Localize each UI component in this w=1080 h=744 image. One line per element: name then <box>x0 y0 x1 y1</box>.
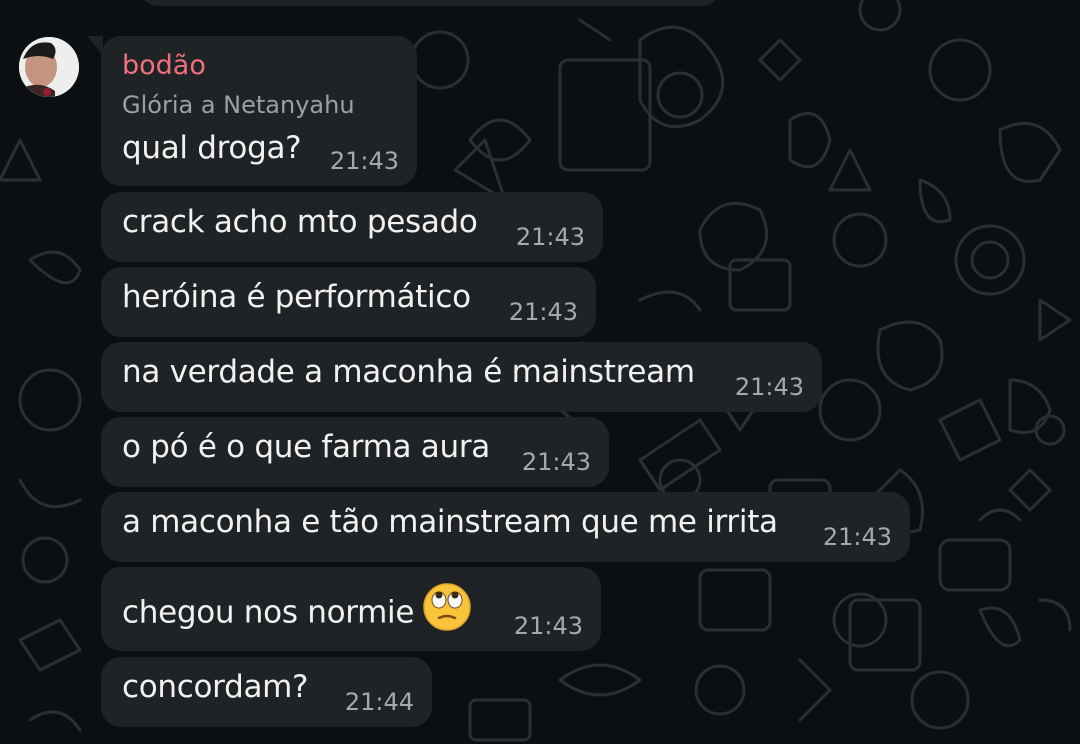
rolling-eyes-emoji-icon <box>422 582 472 640</box>
message-bubble[interactable]: concordam? 21:44 <box>101 657 432 727</box>
sender-name[interactable]: bodão <box>122 50 206 81</box>
message-time: 21:43 <box>515 223 585 251</box>
bubble-tail <box>87 36 103 56</box>
message-bubble[interactable]: crack acho mto pesado 21:43 <box>101 192 603 262</box>
message-bubble[interactable]: a maconha e tão mainstream que me irrita… <box>101 492 910 562</box>
message-time: 21:44 <box>344 688 414 716</box>
previous-message-bubble <box>140 0 720 6</box>
sender-avatar[interactable] <box>19 37 79 97</box>
message-text-row: chegou nos normie <box>122 582 472 643</box>
message-time: 21:43 <box>521 448 591 476</box>
message-bubble[interactable]: heróina é performático 21:43 <box>101 267 596 337</box>
message-bubble[interactable]: o pó é o que farma aura 21:43 <box>101 417 609 487</box>
message-time: 21:43 <box>822 523 892 551</box>
message-time: 21:43 <box>513 612 583 640</box>
message-text: o pó é o que farma aura <box>122 429 490 465</box>
message-time: 21:43 <box>329 147 399 175</box>
message-time: 21:43 <box>734 373 804 401</box>
message-time: 21:43 <box>508 298 578 326</box>
message-text: crack acho mto pesado <box>122 204 478 240</box>
sender-subtitle: Glória a Netanyahu <box>122 91 355 119</box>
message-bubble[interactable]: bodão Glória a Netanyahu qual droga? 21:… <box>87 36 417 186</box>
message-bubble[interactable]: na verdade a maconha é mainstream 21:43 <box>101 342 822 412</box>
message-bubble[interactable]: chegou nos normie 21:43 <box>101 567 601 651</box>
message-text: concordam? <box>122 669 309 705</box>
message-text: na verdade a maconha é mainstream <box>122 354 695 390</box>
message-text: qual droga? <box>122 130 302 166</box>
message-text: chegou nos normie <box>122 594 415 631</box>
message-text: a maconha e tão mainstream que me irrita <box>122 504 778 540</box>
message-text: heróina é performático <box>122 279 471 315</box>
